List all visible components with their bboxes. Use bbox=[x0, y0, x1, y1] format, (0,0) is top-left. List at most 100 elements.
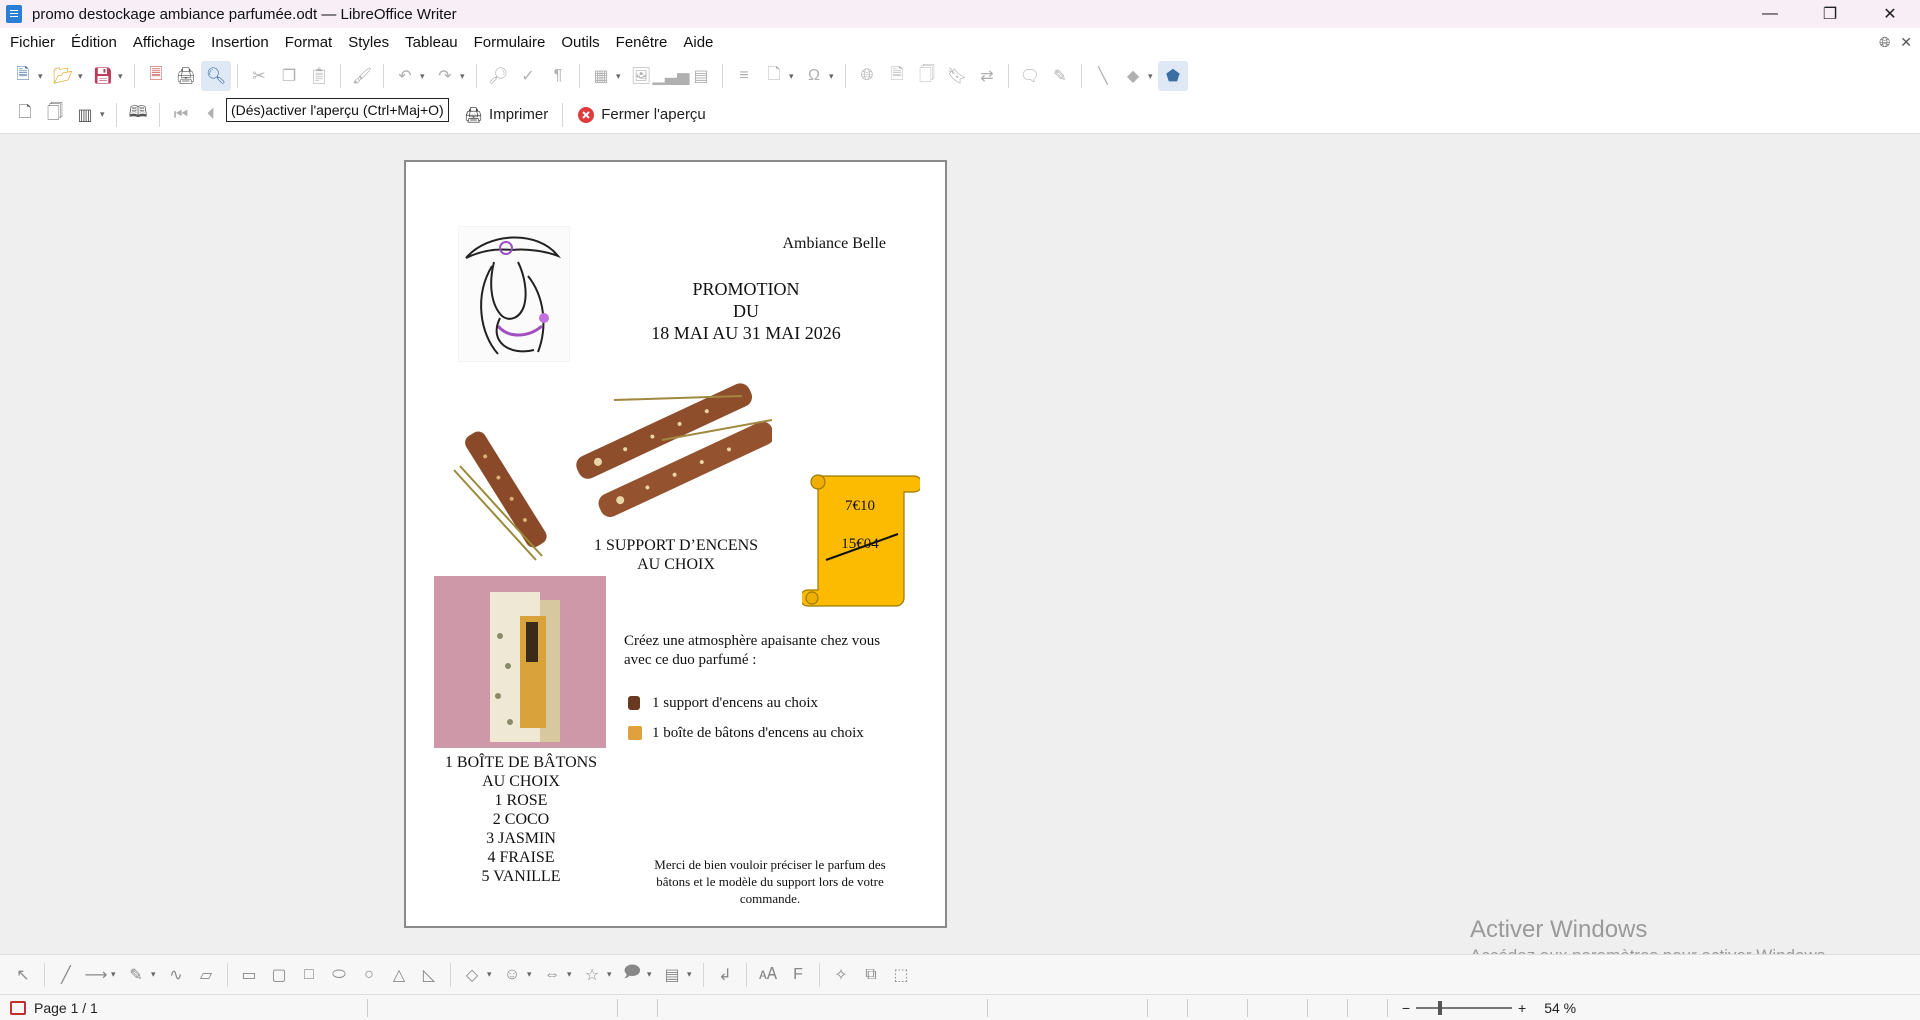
first-page-icon[interactable]: ⏮︎ bbox=[166, 100, 196, 130]
print-button[interactable]: 🖨︎ Imprimer bbox=[456, 101, 556, 129]
undo-dropdown-icon[interactable]: ▾ bbox=[420, 71, 430, 82]
book-view-icon[interactable]: 🕮︎ bbox=[123, 100, 153, 130]
menu-insertion[interactable]: Insertion bbox=[203, 34, 277, 51]
comment-icon[interactable]: 🗨︎ bbox=[1015, 61, 1045, 91]
hyperlink-icon[interactable]: 🌐︎ bbox=[852, 61, 882, 91]
menu-fenetre[interactable]: Fenêtre bbox=[608, 34, 676, 51]
endnote-icon[interactable]: 🗍︎ bbox=[912, 61, 942, 91]
curve-dropdown-icon[interactable]: ▾ bbox=[151, 969, 161, 980]
save-icon[interactable]: 💾︎ bbox=[88, 61, 118, 91]
clone-formatting-icon[interactable]: 🖌︎ bbox=[347, 61, 377, 91]
print-icon[interactable]: 🖨︎ bbox=[171, 61, 201, 91]
previous-page-icon[interactable]: ⏴︎ bbox=[196, 100, 226, 130]
circle-tool-icon[interactable]: ○ bbox=[354, 960, 384, 990]
insert-field-icon[interactable]: 🗋︎ bbox=[759, 61, 789, 91]
arrow-dropdown-icon[interactable]: ▾ bbox=[111, 969, 121, 980]
block-arrows-icon[interactable]: ⇔ bbox=[537, 960, 567, 990]
footnote-icon[interactable]: 🗎︎ bbox=[882, 61, 912, 91]
toggle-point-edit-icon[interactable]: ✧ bbox=[826, 960, 856, 990]
redo-icon[interactable]: ↷ bbox=[430, 61, 460, 91]
cross-reference-icon[interactable]: ⇄ bbox=[972, 61, 1002, 91]
menu-styles[interactable]: Styles bbox=[340, 34, 397, 51]
bookmark-icon[interactable]: 🔖︎ bbox=[942, 61, 972, 91]
fontwork-icon[interactable]: F bbox=[783, 960, 813, 990]
document-modified-icon[interactable] bbox=[10, 1000, 26, 1015]
flowchart-icon[interactable]: ▤ bbox=[657, 960, 687, 990]
freeform-line-icon[interactable]: ∿ bbox=[161, 960, 191, 990]
symbol-shapes-icon[interactable]: ☺ bbox=[497, 960, 527, 990]
spelling-icon[interactable]: ✓ bbox=[513, 61, 543, 91]
zoom-in-icon[interactable]: + bbox=[1518, 1000, 1526, 1016]
minimize-button[interactable]: — bbox=[1740, 0, 1800, 28]
ellipse-tool-icon[interactable]: ⬭ bbox=[324, 960, 354, 990]
insert-textbox-icon[interactable]: ▤ bbox=[686, 61, 716, 91]
line-tool-icon[interactable]: ╱ bbox=[51, 960, 81, 990]
print-preview-toggle-icon[interactable]: 🔍︎ bbox=[201, 61, 231, 91]
new-dropdown-icon[interactable]: ▾ bbox=[38, 71, 48, 82]
insert-line-icon[interactable]: ╲ bbox=[1088, 61, 1118, 91]
stars-icon[interactable]: ☆ bbox=[577, 960, 607, 990]
rounded-rectangle-icon[interactable]: ▢ bbox=[264, 960, 294, 990]
crop-icon[interactable]: ⬚ bbox=[886, 960, 916, 990]
page-indicator[interactable]: Page 1 / 1 bbox=[34, 1000, 98, 1016]
arrow-line-icon[interactable]: ⟶ bbox=[81, 960, 111, 990]
cut-icon[interactable]: ✂ bbox=[244, 61, 274, 91]
right-triangle-icon[interactable]: ◺ bbox=[414, 960, 444, 990]
insert-textbox-icon[interactable]: 🗚︎ bbox=[753, 960, 783, 990]
undo-icon[interactable]: ↶ bbox=[390, 61, 420, 91]
restore-button[interactable]: ❐ bbox=[1800, 0, 1860, 28]
basic-shapes-dropdown-icon[interactable]: ▾ bbox=[487, 969, 497, 980]
block-arrows-dropdown-icon[interactable]: ▾ bbox=[567, 969, 577, 980]
zoom-slider-handle[interactable] bbox=[1438, 1000, 1443, 1015]
special-character-icon[interactable]: Ω bbox=[799, 61, 829, 91]
insert-line-break-icon[interactable]: ↲ bbox=[710, 960, 740, 990]
callouts-icon[interactable]: 🗩︎ bbox=[617, 960, 647, 990]
menu-aide[interactable]: Aide bbox=[675, 34, 721, 51]
insert-table-icon[interactable]: ▦ bbox=[586, 61, 616, 91]
redo-dropdown-icon[interactable]: ▾ bbox=[460, 71, 470, 82]
menu-formulaire[interactable]: Formulaire bbox=[466, 34, 554, 51]
extrusion-icon[interactable]: ⧉ bbox=[856, 960, 886, 990]
menu-outils[interactable]: Outils bbox=[553, 34, 607, 51]
menu-tableau[interactable]: Tableau bbox=[397, 34, 466, 51]
rectangle-tool-icon[interactable]: ▭ bbox=[234, 960, 264, 990]
open-dropdown-icon[interactable]: ▾ bbox=[78, 71, 88, 82]
menu-affichage[interactable]: Affichage bbox=[125, 34, 203, 51]
special-char-dropdown-icon[interactable]: ▾ bbox=[829, 71, 839, 82]
stars-dropdown-icon[interactable]: ▾ bbox=[607, 969, 617, 980]
close-window-button[interactable]: ✕ bbox=[1860, 0, 1920, 28]
close-document-icon[interactable]: ✕ bbox=[1900, 34, 1912, 51]
copy-icon[interactable]: ❐ bbox=[274, 61, 304, 91]
page-break-icon[interactable]: ≡ bbox=[729, 61, 759, 91]
polygon-tool-icon[interactable]: ▱ bbox=[191, 960, 221, 990]
save-dropdown-icon[interactable]: ▾ bbox=[118, 71, 128, 82]
multiple-pages-dropdown-icon[interactable]: ▾ bbox=[100, 109, 110, 120]
menu-fichier[interactable]: Fichier bbox=[2, 34, 63, 51]
document-page[interactable]: Ambiance Belle PROMOTION DU 18 MAI AU 31… bbox=[404, 160, 947, 928]
square-tool-icon[interactable]: □ bbox=[294, 960, 324, 990]
open-folder-icon[interactable]: 📂︎ bbox=[48, 61, 78, 91]
globe-icon[interactable]: 🌐︎ bbox=[1879, 34, 1890, 51]
draw-functions-icon[interactable]: ⬟ bbox=[1158, 61, 1188, 91]
menu-format[interactable]: Format bbox=[277, 34, 341, 51]
shapes-dropdown-icon[interactable]: ▾ bbox=[1148, 71, 1158, 82]
new-document-icon[interactable]: 🗎︎ bbox=[8, 61, 38, 91]
zoom-out-icon[interactable]: − bbox=[1402, 1000, 1410, 1016]
curve-tool-icon[interactable]: ✎ bbox=[121, 960, 151, 990]
two-pages-view-icon[interactable]: 🗍︎ bbox=[40, 100, 70, 130]
callouts-dropdown-icon[interactable]: ▾ bbox=[647, 969, 657, 980]
find-replace-icon[interactable]: 🔎︎ bbox=[483, 61, 513, 91]
paste-icon[interactable]: 📋︎ bbox=[304, 61, 334, 91]
select-pointer-icon[interactable]: ↖ bbox=[8, 960, 38, 990]
zoom-slider[interactable] bbox=[1416, 1000, 1513, 1015]
single-page-view-icon[interactable]: 🗋︎ bbox=[10, 100, 40, 130]
flowchart-dropdown-icon[interactable]: ▾ bbox=[687, 969, 697, 980]
insert-image-icon[interactable]: 🖼︎ bbox=[626, 61, 656, 91]
insert-chart-icon[interactable]: ▁▃▅ bbox=[653, 61, 690, 91]
basic-shapes-icon[interactable]: ◇ bbox=[457, 960, 487, 990]
field-dropdown-icon[interactable]: ▾ bbox=[789, 71, 799, 82]
triangle-tool-icon[interactable]: △ bbox=[384, 960, 414, 990]
close-preview-button[interactable]: Fermer l'aperçu bbox=[569, 101, 714, 129]
formatting-marks-icon[interactable]: ¶ bbox=[543, 61, 573, 91]
menu-edition[interactable]: Édition bbox=[63, 34, 125, 51]
